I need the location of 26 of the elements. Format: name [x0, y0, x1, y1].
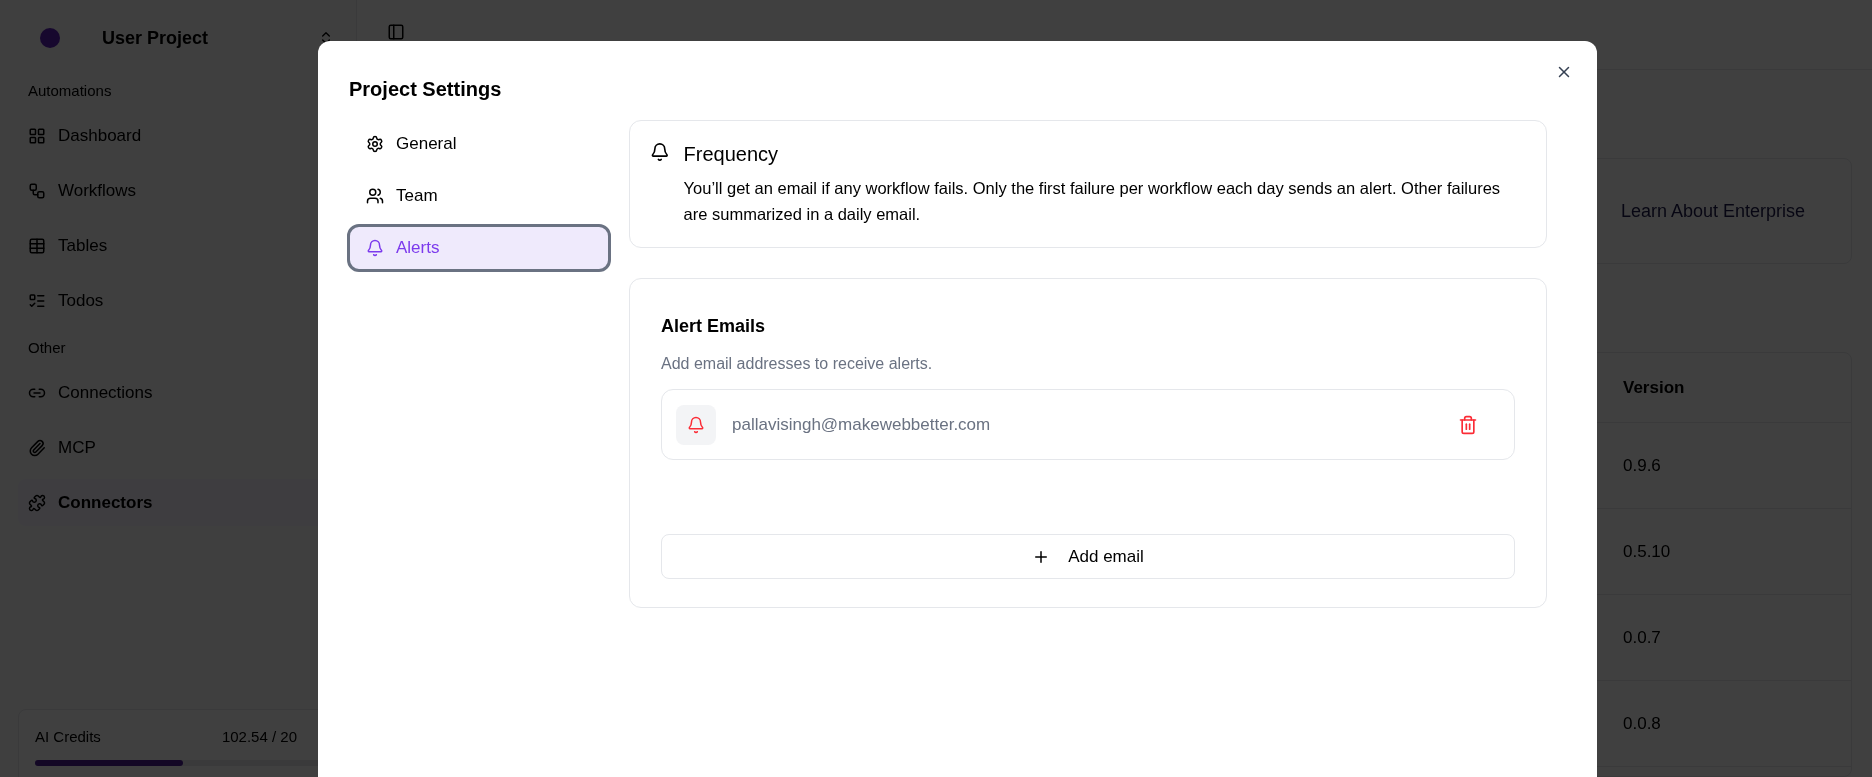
- bell-icon: [676, 404, 716, 445]
- add-email-button[interactable]: Add email: [661, 534, 1515, 579]
- settings-tab[interactable]: General: [347, 120, 611, 168]
- section-title: Alert Emails: [661, 315, 767, 338]
- table-cell-text: 0.0.8: [1623, 712, 1661, 735]
- dialog-title: Project Settings: [349, 77, 503, 102]
- project-name: User Project: [102, 26, 210, 50]
- bell-icon: [366, 239, 384, 257]
- bell-icon: [650, 142, 670, 162]
- credits-value: 102.54 / 20: [221, 726, 297, 747]
- column-header: Version: [1623, 376, 1685, 399]
- delete-icon[interactable]: [1458, 414, 1478, 435]
- settings-tab[interactable]: Alerts: [347, 224, 611, 272]
- credits-label: AI Credits: [35, 726, 101, 747]
- frequency-description: You’ll get an email if any workflow fails. Only the first failure per workflow each day sends an alert. Other failures are summarized in a daily email.: [683, 178, 1502, 225]
- section-description: Add email addresses to receive alerts.: [661, 354, 934, 374]
- frequency-title: Frequency: [683, 142, 780, 167]
- email-address: pallavisingh@makewebbetter.com: [732, 413, 992, 436]
- settings-icon: [366, 135, 384, 153]
- settings-tab[interactable]: Team: [347, 172, 611, 220]
- table-cell-text: 0.9.6: [1623, 454, 1661, 477]
- table-cell-text: 0.5.10: [1623, 540, 1671, 563]
- section-label: Automations: [28, 81, 113, 101]
- users-icon: [366, 187, 384, 205]
- section-label: Other: [28, 337, 67, 358]
- table-cell-text: 0.0.7: [1623, 626, 1661, 649]
